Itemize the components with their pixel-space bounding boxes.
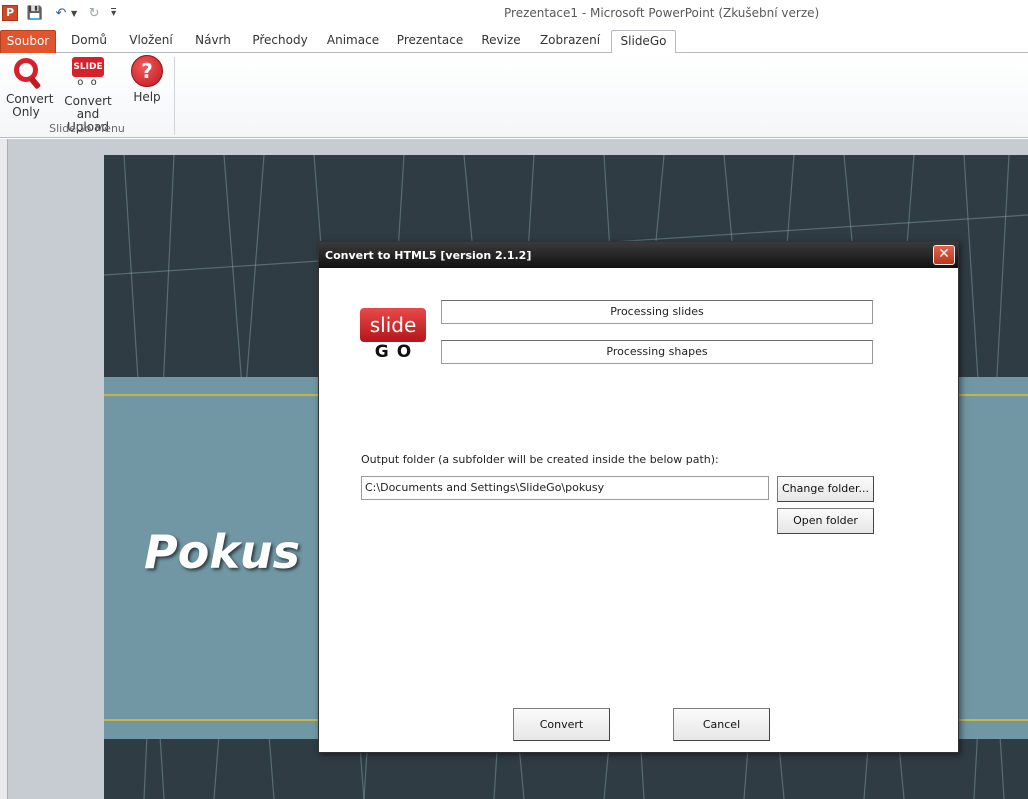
powerpoint-app-icon[interactable]: P: [2, 5, 18, 21]
slide-title-text[interactable]: Pokus: [144, 525, 300, 579]
tab-file[interactable]: Soubor: [0, 30, 56, 53]
slidego-logo: slide GO: [360, 308, 426, 362]
redo-icon[interactable]: ↻: [85, 4, 103, 22]
status-processing-slides: Processing slides: [441, 300, 873, 324]
help-button[interactable]: ? Help: [128, 55, 166, 104]
slides-pane[interactable]: [0, 139, 8, 799]
dialog-title-bar[interactable]: Convert to HTML5 [version 2.1.2] ✕: [319, 242, 958, 268]
quick-access-toolbar: P 💾 ↶ ▼ ↻ ▾: [0, 2, 117, 24]
dialog-title: Convert to HTML5 [version 2.1.2]: [325, 249, 532, 262]
tab-review[interactable]: Revize: [474, 30, 528, 53]
tab-view[interactable]: Zobrazení: [534, 30, 606, 53]
help-label: Help: [133, 90, 161, 104]
tab-slideshow[interactable]: Prezentace: [392, 30, 468, 53]
logo-go-text: GO: [374, 342, 420, 362]
tab-home[interactable]: Domů: [62, 30, 116, 53]
ribbon-group-separator: [174, 57, 175, 135]
ribbon-panel: Convert Only SLIDE o o Convert and Uploa…: [0, 53, 1028, 138]
help-icon: ?: [131, 55, 163, 87]
ribbon-group-label: SlideGo Menu: [49, 122, 125, 135]
tab-insert[interactable]: Vložení: [122, 30, 180, 53]
title-bar: P 💾 ↶ ▼ ↻ ▾ Prezentace1 - Microsoft Powe…: [0, 0, 1028, 28]
tab-transitions[interactable]: Přechody: [246, 30, 314, 53]
save-icon[interactable]: 💾: [26, 4, 44, 22]
magnifier-icon: [11, 55, 42, 90]
logo-slide-text: slide: [360, 308, 426, 342]
output-folder-label: Output folder (a subfolder will be creat…: [361, 453, 719, 466]
cancel-button[interactable]: Cancel: [673, 708, 770, 741]
undo-icon[interactable]: ↶: [52, 4, 70, 22]
convert-only-button[interactable]: Convert Only: [6, 55, 53, 119]
convert-dialog: Convert to HTML5 [version 2.1.2] ✕ slide…: [318, 241, 959, 753]
status-processing-shapes: Processing shapes: [441, 340, 873, 364]
tab-animations[interactable]: Animace: [320, 30, 386, 53]
change-folder-button[interactable]: Change folder...: [777, 476, 874, 502]
convert-only-label-line2: Only: [12, 105, 40, 119]
output-folder-field[interactable]: C:\Documents and Settings\SlideGo\pokusy: [361, 476, 769, 500]
open-folder-button[interactable]: Open folder: [777, 508, 874, 534]
customize-qat-icon[interactable]: ▾: [111, 8, 117, 19]
window-title: Prezentace1 - Microsoft PowerPoint (Zkuš…: [504, 6, 820, 20]
convert-button[interactable]: Convert: [513, 708, 610, 741]
tab-slidego[interactable]: SlideGo: [611, 30, 676, 54]
undo-dropdown-icon[interactable]: ▼: [71, 9, 77, 18]
tab-design[interactable]: Návrh: [186, 30, 240, 53]
close-icon[interactable]: ✕: [933, 245, 955, 265]
ribbon-tabs: Soubor Domů Vložení Návrh Přechody Anima…: [0, 28, 1028, 54]
slidego-cart-icon: SLIDE o o: [71, 57, 105, 91]
